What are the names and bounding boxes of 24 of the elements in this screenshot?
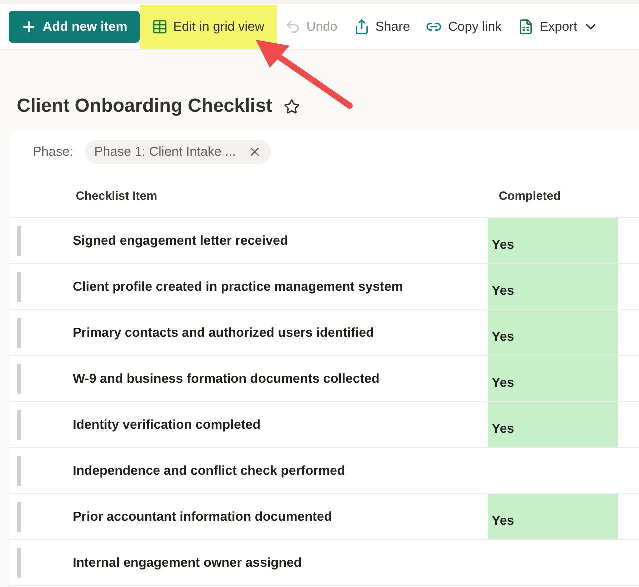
- table-cell: Yes: [488, 402, 618, 447]
- table-cell-text: Signed engagement letter received: [73, 232, 290, 250]
- table-cell-text: Independence and conflict check performed: [73, 462, 346, 480]
- table-cell: Yes: [488, 264, 618, 309]
- filter-label: Phase:: [33, 143, 74, 162]
- list-title: Client Onboarding Checklist: [17, 94, 272, 119]
- table-cell: Yes: [488, 218, 618, 263]
- export-button[interactable]: Export: [510, 10, 608, 42]
- table-cell: Yes: [488, 356, 618, 401]
- table-cell: Yes: [488, 310, 618, 355]
- filter-chip[interactable]: Phase 1: Client Intake ...: [85, 140, 272, 164]
- add-new-item-button[interactable]: Add new item: [9, 10, 140, 42]
- table-cell-text: Identity verification completed: [73, 416, 262, 434]
- table-cell-text: Prior accountant information documented: [73, 508, 334, 526]
- table-cell-text: Internal engagement owner assigned: [73, 554, 303, 572]
- grid-button[interactable]: Edit in grid view: [140, 4, 277, 48]
- column-header[interactable]: Completed: [488, 186, 562, 204]
- table-cell-text: W-9 and business formation documents collected: [73, 370, 381, 388]
- link-button[interactable]: Copy link: [418, 10, 510, 42]
- table-cell-text: Client profile created in practice management system: [73, 278, 404, 296]
- table-cell-text: Primary contacts and authorized users identified: [73, 324, 376, 342]
- share-button[interactable]: Share: [346, 10, 418, 42]
- column-header[interactable]: Checklist Item: [10, 186, 488, 204]
- table-cell: Yes: [488, 494, 618, 539]
